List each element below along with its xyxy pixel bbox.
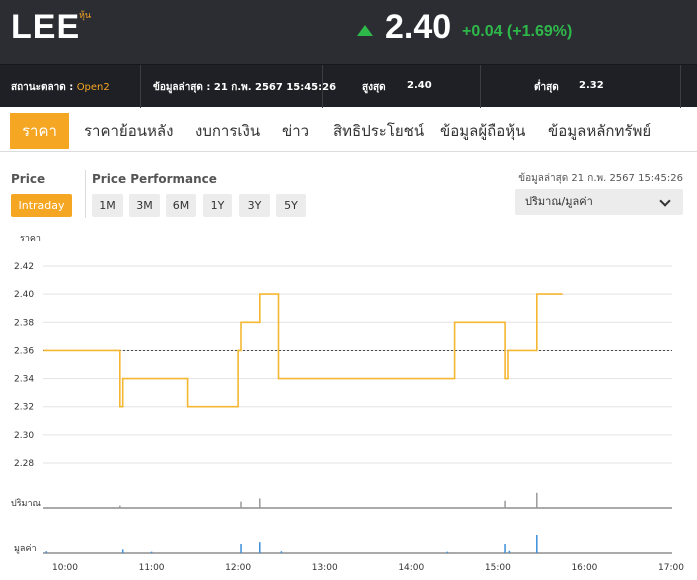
x-tick-label: 15:00 [485, 563, 511, 573]
value-label: มูลค่า [14, 544, 37, 554]
last-update-info: ข้อมูลล่าสุด : 21 ก.พ. 2567 15:45:26 [153, 82, 337, 93]
volume-bar [119, 505, 121, 508]
x-tick-label: 17:00 [658, 563, 684, 573]
volume-bar [240, 501, 242, 508]
y-tick-label: 2.40 [14, 290, 34, 300]
x-tick-label: 13:00 [312, 563, 338, 573]
volume-value-select[interactable]: ปริมาณ/มูลค่า [515, 189, 683, 215]
y-axis-label: ราคา [20, 234, 41, 244]
value-bar [121, 549, 124, 553]
tab-financials[interactable]: งบการเงิน [195, 113, 260, 149]
tab-security-info[interactable]: ข้อมูลหลักทรัพย์ [548, 113, 651, 149]
y-tick-label: 2.32 [14, 403, 34, 413]
x-tick-label: 16:00 [571, 563, 597, 573]
high-value: 2.40 [407, 80, 432, 91]
low-value: 2.32 [579, 80, 604, 91]
y-tick-label: 2.42 [14, 262, 34, 272]
market-status-label: สถานะตลาด : [11, 82, 74, 93]
market-info-bar: สถานะตลาด : Open2 ข้อมูลล่าสุด : 21 ก.พ.… [0, 64, 697, 108]
intraday-button[interactable]: Intraday [11, 194, 72, 217]
x-tick-label: 14:00 [398, 563, 424, 573]
chevron-down-icon [659, 195, 671, 207]
low-label: ต่ำสุด [534, 82, 559, 93]
period-1y-button[interactable]: 1Y [203, 194, 232, 217]
stock-symbol: LEE [11, 8, 81, 46]
value-bar [240, 544, 242, 553]
price-section-label: Price [11, 172, 46, 186]
tab-benefits[interactable]: สิทธิประโยชน์ [333, 113, 424, 149]
intraday-chart: ราคา 2.42 2.40 2.38 2.36 2.34 2.32 2.30 2.28 ปริม… [11, 234, 684, 573]
high-label: สูงสุด [362, 82, 386, 93]
volume-label: ปริมาณ [11, 498, 41, 509]
tab-shareholders[interactable]: ข้อมูลผู้ถือหุ้น [440, 113, 525, 149]
tab-price[interactable]: ราคา [10, 113, 69, 149]
market-status-value: Open2 [76, 82, 110, 93]
controls-divider [85, 170, 86, 218]
value-bar [536, 535, 538, 553]
y-tick-label: 2.28 [14, 459, 34, 469]
period-3m-button[interactable]: 3M [129, 194, 160, 217]
volume-bar [259, 498, 261, 508]
price-change: +0.04 (+1.69%) [462, 23, 573, 40]
period-6m-button[interactable]: 6M [166, 194, 196, 217]
x-tick-label: 10:00 [52, 563, 78, 573]
y-tick-label: 2.38 [14, 318, 34, 328]
value-bar [504, 544, 506, 553]
x-tick-label: 12:00 [225, 563, 251, 573]
market-status: สถานะตลาด : Open2 [11, 80, 110, 95]
divider [480, 65, 481, 108]
value-bar [280, 551, 283, 553]
y-tick-label: 2.30 [14, 431, 34, 441]
last-price: 2.40 [385, 8, 452, 46]
y-tick-label: 2.36 [14, 346, 34, 356]
tab-price-history[interactable]: ราคาย้อนหลัง [84, 113, 173, 149]
period-1m-button[interactable]: 1M [92, 194, 123, 217]
tabs-divider [0, 151, 697, 152]
price-up-arrow-icon [357, 25, 373, 36]
value-bar [150, 551, 153, 553]
x-tick-label: 11:00 [139, 563, 165, 573]
value-bar [259, 542, 261, 553]
chart-updated-text: ข้อมูลล่าสุด 21 ก.พ. 2567 15:45:26 [518, 173, 683, 184]
section-tabs: ราคา ราคาย้อนหลัง งบการเงิน ข่าว สิทธิปร… [0, 113, 697, 149]
select-value: ปริมาณ/มูลค่า [525, 195, 593, 208]
divider [322, 65, 323, 108]
divider [680, 65, 681, 108]
period-3y-button[interactable]: 3Y [239, 194, 270, 217]
volume-bar [504, 500, 506, 508]
volume-bar [536, 492, 538, 508]
value-bar [508, 550, 511, 553]
divider [140, 65, 141, 108]
y-tick-label: 2.34 [14, 375, 34, 385]
symbol-type-tag: หุ้น [79, 11, 92, 21]
value-bar [446, 551, 449, 553]
performance-section-label: Price Performance [92, 172, 217, 186]
value-bar [45, 551, 47, 553]
tab-news[interactable]: ข่าว [282, 113, 309, 149]
period-5y-button[interactable]: 5Y [276, 194, 306, 217]
